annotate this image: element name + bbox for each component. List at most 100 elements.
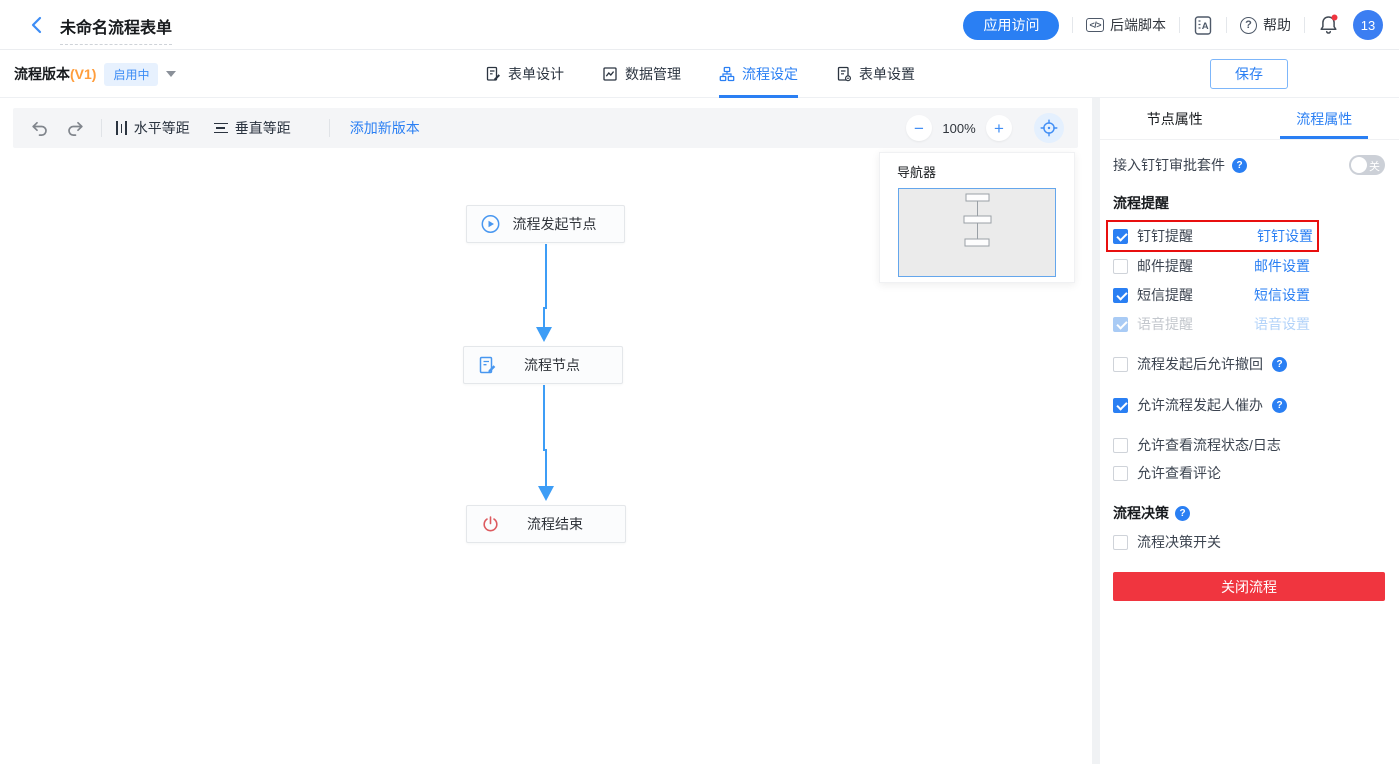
tab-label: 流程设定 xyxy=(742,64,798,84)
power-icon xyxy=(481,515,500,534)
properties-panel: 节点属性 流程属性 接入钉钉审批套件 ? 关 流程提醒 钉钉提醒 钉钉设置 邮件… xyxy=(1100,98,1399,764)
allow-urge-checkbox[interactable] xyxy=(1113,398,1128,413)
option-row-decision-switch: 流程决策开关 xyxy=(1113,532,1385,552)
avatar[interactable]: 13 xyxy=(1353,10,1383,40)
email-settings-link[interactable]: 邮件设置 xyxy=(1254,256,1310,276)
tab-node-properties[interactable]: 节点属性 xyxy=(1100,98,1250,139)
status-badge: 启用中 xyxy=(104,63,158,86)
sms-reminder-checkbox[interactable] xyxy=(1113,288,1128,303)
close-flow-button[interactable]: 关闭流程 xyxy=(1113,572,1385,601)
tab-data-management[interactable]: 数据管理 xyxy=(602,50,681,98)
header-divider xyxy=(1179,17,1180,33)
play-icon xyxy=(481,215,500,234)
option-label: 流程决策开关 xyxy=(1137,532,1221,552)
decision-section-title: 流程决策 ? xyxy=(1113,503,1385,523)
navigator-title: 导航器 xyxy=(880,153,1074,188)
reminder-label: 钉钉提醒 xyxy=(1137,226,1193,246)
node-label: 流程节点 xyxy=(506,355,580,375)
reminder-label: 短信提醒 xyxy=(1137,285,1193,305)
question-icon: ? xyxy=(1240,17,1257,34)
red-annotation-box: 钉钉提醒 钉钉设置 xyxy=(1106,220,1319,252)
tab-label: 表单设置 xyxy=(859,64,915,84)
tab-form-design[interactable]: 表单设计 xyxy=(485,50,564,98)
save-button[interactable]: 保存 xyxy=(1210,59,1288,89)
header-divider xyxy=(1226,17,1227,33)
page-title[interactable]: 未命名流程表单 xyxy=(60,14,172,45)
form-settings-icon xyxy=(836,66,852,82)
voice-settings-link: 语音设置 xyxy=(1254,314,1310,334)
form-edit-icon xyxy=(478,356,497,375)
decision-title-label: 流程决策 xyxy=(1113,503,1169,523)
voice-reminder-checkbox xyxy=(1113,317,1128,332)
back-icon[interactable] xyxy=(26,14,48,36)
allow-withdraw-checkbox[interactable] xyxy=(1113,357,1128,372)
dingtalk-settings-link[interactable]: 钉钉设置 xyxy=(1257,226,1313,246)
main-tabs: 表单设计 数据管理 流程设定 表单设置 xyxy=(485,50,915,98)
dingtalk-reminder-checkbox[interactable] xyxy=(1113,229,1128,244)
reminder-row-sms: 短信提醒 短信设置 xyxy=(1113,285,1310,305)
reminder-row-email: 邮件提醒 邮件设置 xyxy=(1113,256,1310,276)
header-divider xyxy=(1072,17,1073,33)
version-label: 流程版本 xyxy=(14,64,70,84)
dingtalk-suite-toggle[interactable]: 关 xyxy=(1349,155,1385,175)
app-access-button[interactable]: 应用访问 xyxy=(963,11,1059,40)
header-actions: 应用访问 </> 后端脚本 A ? 帮助 13 xyxy=(963,0,1383,50)
dictionary-icon: A xyxy=(1193,15,1213,36)
sub-header: 流程版本 (V1) 启用中 表单设计 数据管理 xyxy=(0,50,1399,98)
tab-label: 数据管理 xyxy=(625,64,681,84)
reminder-section-title: 流程提醒 xyxy=(1113,193,1385,213)
chevron-down-icon[interactable] xyxy=(166,71,176,77)
reminder-row-dingtalk: 钉钉提醒 钉钉设置 xyxy=(1113,226,1313,246)
view-status-checkbox[interactable] xyxy=(1113,438,1128,453)
tab-flow-settings[interactable]: 流程设定 xyxy=(719,50,798,98)
flow-node-process[interactable]: 流程节点 xyxy=(463,346,623,384)
option-label: 允许查看流程状态/日志 xyxy=(1137,435,1281,455)
flow-org-icon xyxy=(719,66,735,82)
navigator-panel: 导航器 xyxy=(879,152,1075,283)
sms-settings-link[interactable]: 短信设置 xyxy=(1254,285,1310,305)
option-label: 流程发起后允许撤回 xyxy=(1137,354,1263,374)
svg-text:A: A xyxy=(1202,21,1209,32)
question-icon[interactable]: ? xyxy=(1175,506,1190,521)
option-row-view-comments: 允许查看评论 xyxy=(1113,463,1385,483)
version-group: 流程版本 (V1) 启用中 xyxy=(14,50,176,98)
flow-node-start[interactable]: 流程发起节点 xyxy=(466,205,625,243)
toggle-knob xyxy=(1351,157,1367,173)
tab-flow-properties[interactable]: 流程属性 xyxy=(1250,98,1399,139)
backend-script-label: 后端脚本 xyxy=(1110,15,1166,35)
tab-form-settings[interactable]: 表单设置 xyxy=(836,50,915,98)
option-label: 允许查看评论 xyxy=(1137,463,1221,483)
form-design-icon xyxy=(485,66,501,82)
navigator-viewport[interactable] xyxy=(898,188,1056,277)
question-icon[interactable]: ? xyxy=(1272,357,1287,372)
version-tag: (V1) xyxy=(70,66,96,82)
help-button[interactable]: ? 帮助 xyxy=(1240,15,1291,35)
question-icon[interactable]: ? xyxy=(1272,398,1287,413)
email-reminder-checkbox[interactable] xyxy=(1113,259,1128,274)
decision-switch-checkbox[interactable] xyxy=(1113,535,1128,550)
option-label: 允许流程发起人催办 xyxy=(1137,395,1263,415)
help-label: 帮助 xyxy=(1263,15,1291,35)
view-comments-checkbox[interactable] xyxy=(1113,466,1128,481)
question-icon[interactable]: ? xyxy=(1232,158,1247,173)
notification-bell-icon[interactable] xyxy=(1318,13,1340,37)
header-divider xyxy=(1304,17,1305,33)
option-row-allow-withdraw: 流程发起后允许撤回 ? xyxy=(1113,354,1385,374)
panel-divider xyxy=(1092,98,1100,764)
dingtalk-suite-row: 接入钉钉审批套件 ? 关 xyxy=(1113,155,1385,175)
option-row-view-status: 允许查看流程状态/日志 xyxy=(1113,435,1385,455)
navigator-mini-flow xyxy=(899,189,1055,276)
option-row-allow-urge: 允许流程发起人催办 ? xyxy=(1113,395,1385,415)
dictionary-button[interactable]: A xyxy=(1193,15,1213,36)
node-label: 流程发起节点 xyxy=(495,214,597,234)
toggle-state-label: 关 xyxy=(1369,158,1380,174)
data-chart-icon xyxy=(602,66,618,82)
code-icon: </> xyxy=(1086,18,1104,32)
reminder-label: 语音提醒 xyxy=(1137,314,1193,334)
reminder-label: 邮件提醒 xyxy=(1137,256,1193,276)
backend-script-button[interactable]: </> 后端脚本 xyxy=(1086,15,1166,35)
dingtalk-suite-label: 接入钉钉审批套件 xyxy=(1113,155,1225,175)
flow-canvas[interactable]: 水平等距 垂直等距 添加新版本 − 100% + xyxy=(0,98,1092,764)
flow-node-end[interactable]: 流程结束 xyxy=(466,505,626,543)
app-header: 未命名流程表单 应用访问 </> 后端脚本 A ? 帮助 xyxy=(0,0,1399,50)
